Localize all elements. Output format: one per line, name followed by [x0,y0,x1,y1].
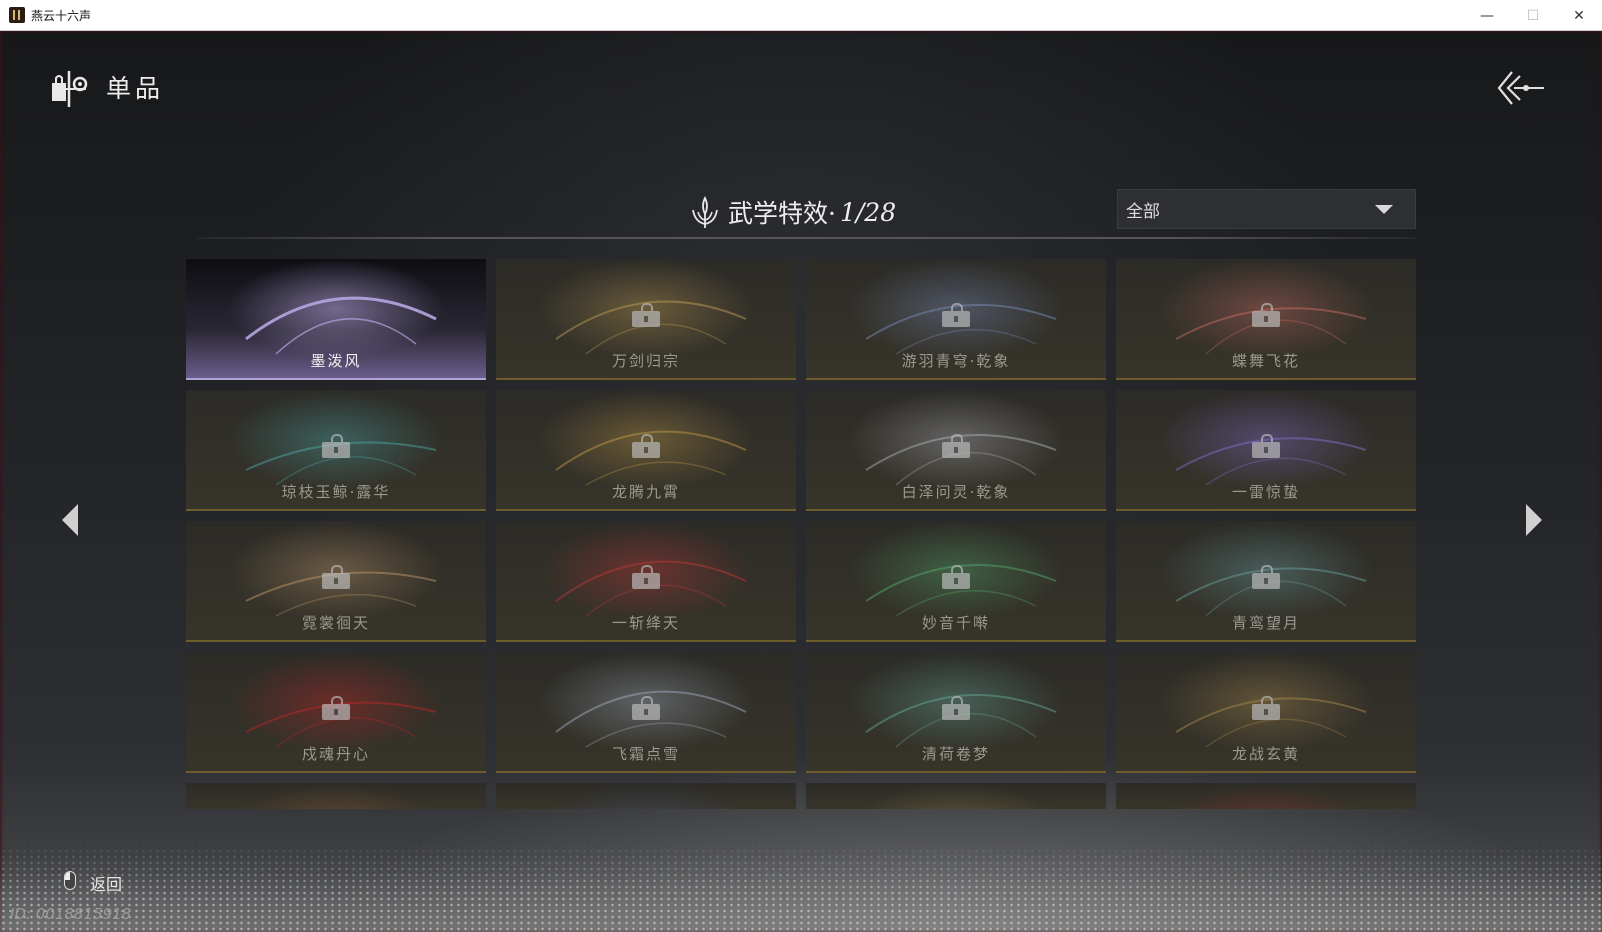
prev-page-arrow-icon[interactable] [62,504,78,536]
effect-card[interactable] [496,783,796,809]
lock-icon [942,696,970,720]
effect-name: 蝶舞飞花 [1231,352,1300,370]
effect-name: 万剑归宗 [611,352,680,370]
lock-icon [322,434,350,458]
effect-name: 琼枝玉鲸·露华 [281,483,391,501]
section-divider [197,237,1417,239]
lock-icon [632,434,660,458]
lotus-flame-icon [692,195,718,228]
effects-grid: 墨泼风 万剑归宗 游羽青穹·乾象 蝶舞飞花琼枝玉鲸·露华 龙腾九霄 白泽问灵·乾象 一雷惊蛰… [186,259,1416,817]
lock-icon [942,303,970,327]
effect-card[interactable]: 一雷惊蛰 [1116,390,1416,511]
effect-name: 白泽问灵·乾象 [901,483,1011,501]
effect-card[interactable]: 霓裳徊天 [186,521,486,642]
effect-card[interactable] [186,783,486,809]
effect-card[interactable]: 龙战玄黄 [1116,652,1416,773]
effect-name: 一斩绛天 [611,614,680,632]
effect-card[interactable]: 蝶舞飞花 [1116,259,1416,380]
lock-icon [1252,434,1280,458]
window-controls: — ☐ ✕ [1464,0,1602,31]
effect-name: 龙战玄黄 [1231,745,1300,763]
effect-card[interactable]: 游羽青穹·乾象 [806,259,1106,380]
maximize-button[interactable]: ☐ [1510,0,1556,31]
effect-card[interactable]: 青鸾望月 [1116,521,1416,642]
effect-card[interactable]: 龙腾九霄 [496,390,796,511]
section-title: 武学特效· 1/28 [690,190,896,234]
mouse-right-click-icon [64,871,76,890]
effect-name: 游羽青穹·乾象 [901,352,1011,370]
effect-card[interactable]: 一斩绛天 [496,521,796,642]
snow-ground-decoration [0,842,1602,932]
collection-count: 1/28 [839,197,897,227]
effect-name: 一雷惊蛰 [1231,483,1300,501]
effect-name: 飞霜点雪 [611,745,680,763]
effect-card[interactable]: 琼枝玉鲸·露华 [186,390,486,511]
lock-icon [322,696,350,720]
back-hint-label[interactable]: 返回 [90,871,122,895]
effect-name: 妙音千啭 [921,614,990,632]
effect-card[interactable] [806,783,1106,809]
lock-icon [1252,303,1280,327]
effect-card[interactable]: 墨泼风 [186,259,486,380]
minimize-button[interactable]: — [1464,0,1510,31]
effect-name: 青鸾望月 [1231,614,1300,632]
chevron-down-icon [1375,205,1393,214]
lock-icon [322,565,350,589]
effect-preview-image [544,783,748,809]
effect-name: 龙腾九霄 [611,483,680,501]
close-button[interactable]: ✕ [1556,0,1602,31]
window-titlebar: 燕云十六声 — ☐ ✕ [0,0,1602,31]
game-viewport: 单品 武学特效· 1/28 全部 墨泼风 万剑归宗 游羽青穹·乾象 蝶舞飞花琼枝玉鲸·… [0,31,1602,932]
effect-name: 清荷卷梦 [921,745,990,763]
effect-card[interactable]: 白泽问灵·乾象 [806,390,1106,511]
lock-icon [942,434,970,458]
effect-card[interactable] [1116,783,1416,809]
lock-icon [632,303,660,327]
filter-selected-value: 全部 [1126,201,1160,222]
lock-icon [632,696,660,720]
page-title: 单品 [106,74,165,103]
section-title-label: 武学特效· [728,199,836,228]
player-id: ID: 0018815918 [10,905,132,923]
shop-icon [52,71,88,107]
lock-icon [632,565,660,589]
window-title: 燕云十六声 [31,8,92,23]
lock-icon [1252,696,1280,720]
effect-name: 戍魂丹心 [301,745,370,763]
filter-dropdown[interactable]: 全部 [1117,189,1416,229]
back-arrows-icon[interactable] [1496,68,1548,108]
effect-name: 霓裳徊天 [301,614,370,632]
effect-name: 墨泼风 [310,352,362,370]
effect-preview-image [854,783,1058,809]
effect-card[interactable]: 飞霜点雪 [496,652,796,773]
effect-card[interactable]: 清荷卷梦 [806,652,1106,773]
effect-card[interactable]: 万剑归宗 [496,259,796,380]
effect-preview-image [1164,783,1368,809]
app-icon [9,7,25,23]
effect-card[interactable]: 戍魂丹心 [186,652,486,773]
lock-icon [942,565,970,589]
lock-icon [1252,565,1280,589]
next-page-arrow-icon[interactable] [1526,504,1542,536]
effect-preview-image [234,783,438,809]
effect-card[interactable]: 妙音千啭 [806,521,1106,642]
